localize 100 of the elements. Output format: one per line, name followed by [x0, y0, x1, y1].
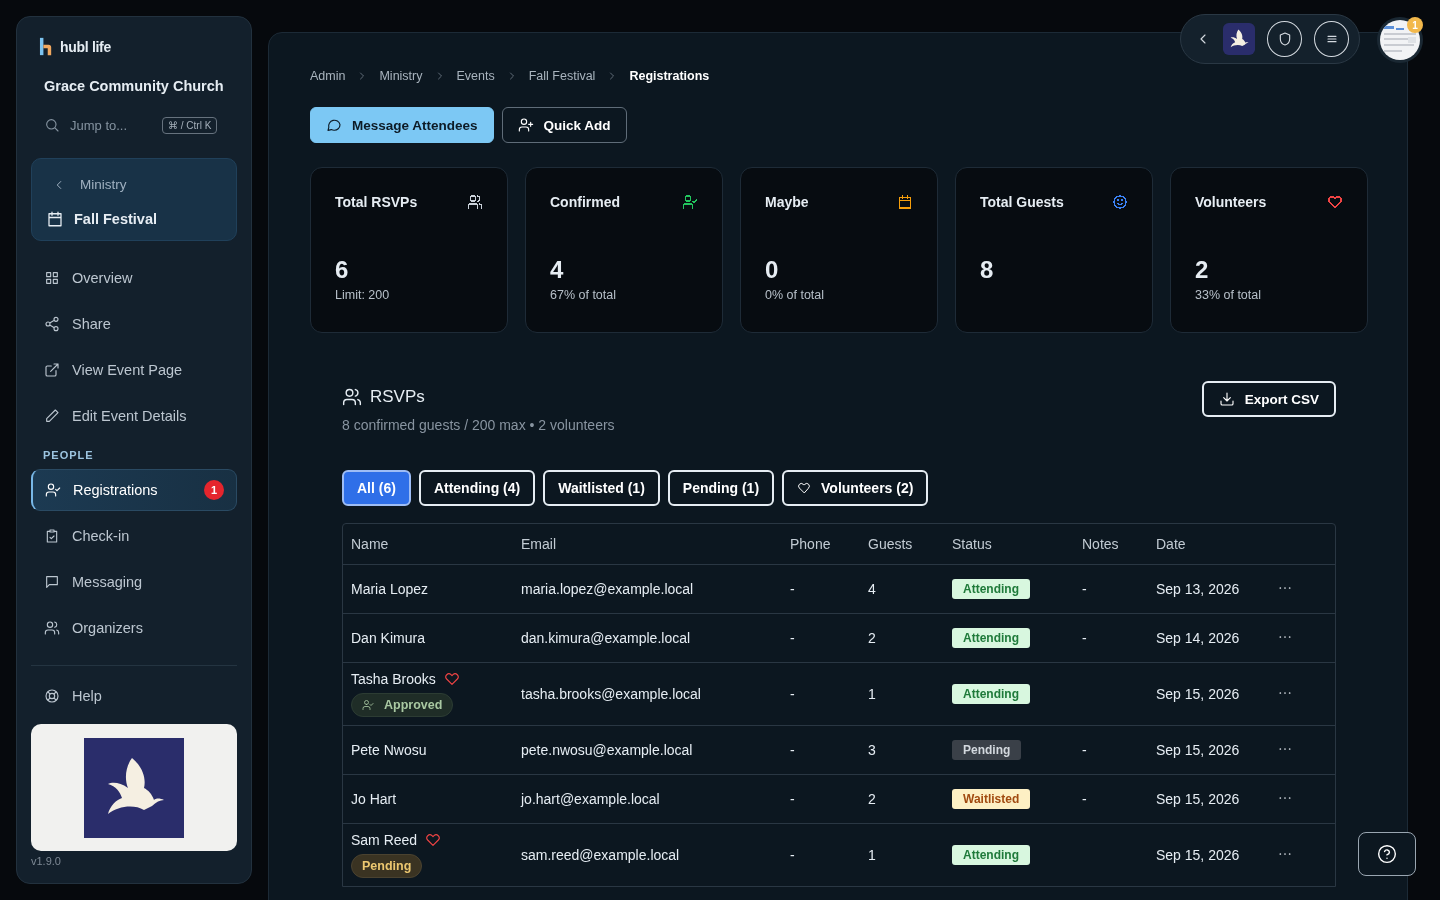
- notification-badge: 1: [1407, 17, 1423, 33]
- filter-tab[interactable]: Waitlisted (1): [543, 470, 660, 506]
- nav-item[interactable]: Organizers: [31, 607, 237, 649]
- table-cell-text: maria.lopez@example.local: [521, 581, 695, 597]
- table-cell: Tasha Brooks: [351, 671, 436, 687]
- stat-title: Total RSVPs: [335, 194, 418, 210]
- table-cell-text: -: [790, 791, 796, 807]
- volunteer-tag: Pending: [351, 854, 423, 878]
- dove-logo-icon: [84, 737, 184, 838]
- user-check-icon: [362, 699, 374, 711]
- stat-title: Total Guests: [980, 194, 1064, 210]
- table-cell-text: Sep 15, 2026: [1156, 742, 1241, 758]
- table-cell-text: -: [790, 847, 796, 863]
- nav-item[interactable]: Registrations 1: [31, 469, 237, 511]
- column-header: Date: [1156, 536, 1187, 552]
- back-link[interactable]: Ministry: [46, 177, 222, 192]
- table-cell-text: 1: [868, 847, 877, 863]
- table-cell: -: [1082, 581, 1087, 597]
- filter-tab[interactable]: Pending (1): [667, 470, 775, 506]
- table-cell-text: Sep 15, 2026: [1156, 686, 1241, 702]
- pencil-icon: [44, 408, 60, 424]
- stat-value: 2: [1195, 256, 1210, 284]
- table-cell-text: -: [790, 742, 796, 758]
- nav-item[interactable]: Overview: [31, 257, 237, 299]
- action-button[interactable]: Message Attendees: [310, 107, 494, 143]
- breadcrumb-link[interactable]: Fall Festival: [528, 69, 596, 83]
- nav-item[interactable]: Messaging: [31, 561, 237, 603]
- action-button[interactable]: Quick Add: [501, 107, 627, 143]
- heart-icon: [797, 481, 812, 495]
- stat-value: 6: [335, 256, 350, 284]
- nav-item[interactable]: View Event Page: [31, 349, 237, 391]
- status-badge: Pending: [952, 740, 1022, 760]
- column-header: Status: [952, 536, 993, 552]
- table-cell: Maria Lopez: [351, 581, 429, 597]
- status-badge: Attending: [952, 628, 1030, 648]
- breadcrumb-link[interactable]: Admin: [310, 69, 346, 83]
- table-cell: Dan Kimura: [351, 630, 425, 646]
- stat-note: 33% of total: [1195, 288, 1262, 302]
- lifebuoy-icon: [44, 688, 60, 705]
- search-icon: [44, 117, 60, 133]
- stat-note: 67% of total: [550, 288, 617, 302]
- stat-value: 8: [980, 256, 995, 284]
- stat-title: Maybe: [765, 194, 809, 210]
- brand-name: hubl life: [60, 38, 111, 55]
- column-header: Email: [521, 536, 557, 552]
- count-badge: 1: [204, 480, 224, 500]
- column-header: Name: [351, 536, 390, 552]
- nav-item[interactable]: Edit Event Details: [31, 395, 237, 437]
- table-cell-text: -: [790, 630, 796, 646]
- stat-title: Confirmed: [550, 194, 620, 210]
- table-cell-text: Sep 15, 2026: [1156, 847, 1241, 863]
- help-icon: [1377, 844, 1397, 864]
- table-cell-text: sam.reed@example.local: [521, 847, 681, 863]
- stat-note: Limit: 200: [335, 288, 391, 302]
- help-button[interactable]: [1358, 832, 1416, 876]
- section-title: RSVPs: [370, 387, 425, 407]
- share-icon: [44, 316, 60, 332]
- external-icon: [44, 362, 60, 378]
- status-badge: Attending: [952, 684, 1030, 704]
- nav-item[interactable]: Check-in: [31, 515, 237, 557]
- shortcut-hint: ⌘ / Ctrl K: [162, 116, 218, 134]
- nav-item[interactable]: Share: [31, 303, 237, 345]
- grid-icon: [44, 270, 60, 286]
- volunteer-tag: Approved: [351, 693, 454, 717]
- table-cell-text: 2: [868, 791, 877, 807]
- table-cell: -: [1082, 630, 1087, 646]
- stat-title: Volunteers: [1195, 194, 1267, 210]
- users-icon: [342, 387, 362, 407]
- filter-tab[interactable]: Attending (4): [418, 470, 536, 506]
- status-badge: Waitlisted: [952, 789, 1031, 809]
- help-link[interactable]: Help: [31, 676, 237, 717]
- dove-logo-icon[interactable]: [1223, 23, 1255, 55]
- filter-tab[interactable]: Volunteers (2): [782, 470, 929, 506]
- table-cell: -: [1082, 742, 1087, 758]
- table-cell-text: Sep 14, 2026: [1156, 630, 1241, 646]
- filter-tab[interactable]: All (6): [342, 470, 411, 506]
- export-button[interactable]: Export CSV: [1201, 381, 1336, 417]
- table-cell-text: dan.kimura@example.local: [521, 630, 692, 646]
- table-cell-text: Sep 13, 2026: [1156, 581, 1241, 597]
- table-cell-text: tasha.brooks@example.local: [521, 686, 702, 702]
- stat-note: 0% of total: [765, 288, 826, 302]
- breadcrumb-link[interactable]: Registrations: [629, 69, 710, 83]
- logo-icon: [39, 37, 53, 56]
- breadcrumb-link[interactable]: Ministry: [379, 69, 423, 83]
- user-check-icon: [45, 482, 61, 498]
- chat-icon: [326, 117, 342, 133]
- stat-value: 0: [765, 256, 780, 284]
- table-cell: Jo Hart: [351, 791, 397, 807]
- version-label: v1.9.0: [31, 855, 62, 867]
- table-cell-text: 1: [868, 686, 877, 702]
- table-cell-text: pete.nwosu@example.local: [521, 742, 694, 758]
- table-cell-text: -: [790, 581, 796, 597]
- calendar-icon: [46, 210, 64, 228]
- search-field[interactable]: Jump to...: [70, 116, 150, 134]
- column-header: Guests: [868, 536, 914, 552]
- table-cell: -: [1082, 791, 1087, 807]
- table-cell-text: jo.hart@example.local: [521, 791, 661, 807]
- clipboard-icon: [44, 528, 60, 544]
- breadcrumb-link[interactable]: Events: [456, 69, 495, 83]
- users-icon: [44, 620, 60, 636]
